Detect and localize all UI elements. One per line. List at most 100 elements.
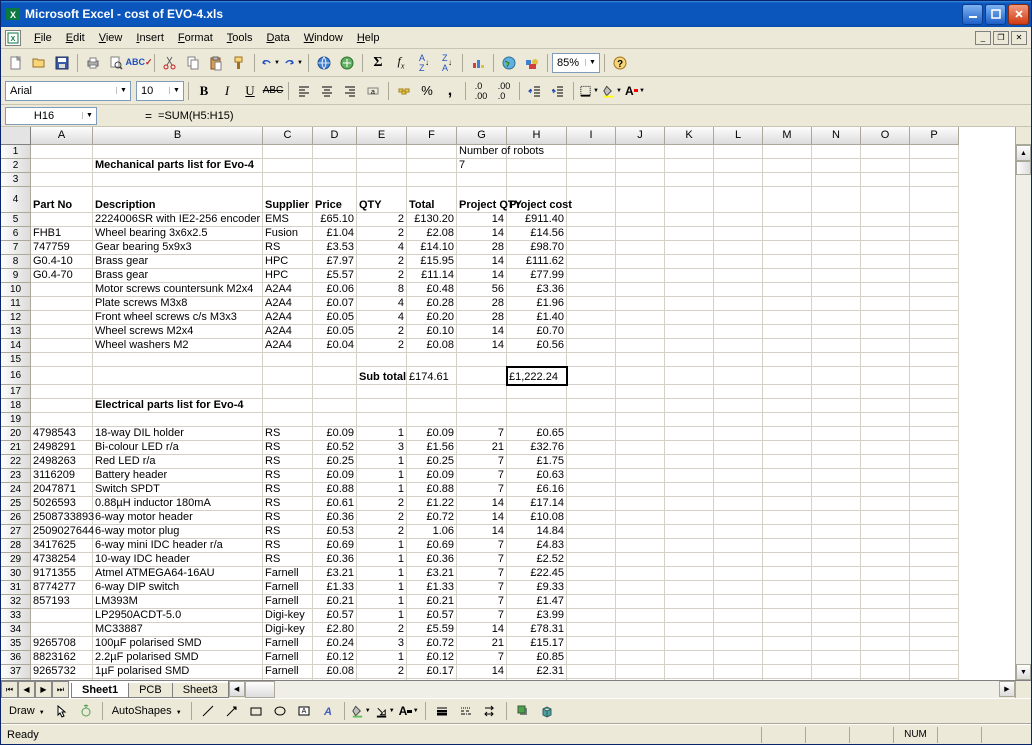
select-all-corner[interactable] (1, 127, 31, 145)
cell-G6[interactable]: 14 (457, 227, 507, 241)
cell-E35[interactable]: 3 (357, 637, 407, 651)
cell-F9[interactable]: £11.14 (407, 269, 457, 283)
cell-E18[interactable] (357, 399, 407, 413)
cell-L13[interactable] (714, 325, 763, 339)
cell-N22[interactable] (812, 455, 861, 469)
cell-F32[interactable]: £0.21 (407, 595, 457, 609)
fill-color-button[interactable]: ▼ (601, 80, 623, 102)
cell-A19[interactable] (31, 413, 93, 427)
cell-O33[interactable] (861, 609, 910, 623)
new-button[interactable] (5, 52, 27, 74)
cell-E3[interactable] (357, 173, 407, 187)
cell-N9[interactable] (812, 269, 861, 283)
cell-M23[interactable] (763, 469, 812, 483)
cell-I29[interactable] (567, 553, 616, 567)
cell-H5[interactable]: £911.40 (507, 213, 567, 227)
cell-B36[interactable]: 2.2µF polarised SMD (93, 651, 263, 665)
cell-K28[interactable] (665, 539, 714, 553)
cell-N7[interactable] (812, 241, 861, 255)
cell-L20[interactable] (714, 427, 763, 441)
cell-I8[interactable] (567, 255, 616, 269)
cell-F29[interactable]: £0.36 (407, 553, 457, 567)
cell-H7[interactable]: £98.70 (507, 241, 567, 255)
cell-A7[interactable]: 747759 (31, 241, 93, 255)
formula-equals-icon[interactable]: = (145, 109, 152, 123)
cell-A5[interactable] (31, 213, 93, 227)
cell-H11[interactable]: £1.96 (507, 297, 567, 311)
menu-window[interactable]: Window (297, 30, 350, 46)
cell-M17[interactable] (763, 385, 812, 399)
cell-H2[interactable] (507, 159, 567, 173)
cell-I15[interactable] (567, 353, 616, 367)
column-header-J[interactable]: J (616, 127, 665, 145)
cell-N17[interactable] (812, 385, 861, 399)
cell-D4[interactable]: Price (313, 187, 357, 213)
cell-K26[interactable] (665, 511, 714, 525)
cell-B16[interactable] (93, 367, 263, 385)
cell-P14[interactable] (910, 339, 959, 353)
cell-C13[interactable]: A2A4 (263, 325, 313, 339)
cell-M29[interactable] (763, 553, 812, 567)
cell-N21[interactable] (812, 441, 861, 455)
tab-first-button[interactable]: ⏮ (1, 681, 18, 698)
column-header-L[interactable]: L (714, 127, 763, 145)
cell-L11[interactable] (714, 297, 763, 311)
cell-K34[interactable] (665, 623, 714, 637)
cell-D14[interactable]: £0.04 (313, 339, 357, 353)
drawing-button[interactable] (521, 52, 543, 74)
cell-L29[interactable] (714, 553, 763, 567)
cell-H34[interactable]: £78.31 (507, 623, 567, 637)
cell-N33[interactable] (812, 609, 861, 623)
cell-A30[interactable]: 9171355 (31, 567, 93, 581)
cell-N30[interactable] (812, 567, 861, 581)
cell-J1[interactable] (616, 145, 665, 159)
row-header-32[interactable]: 32 (1, 595, 31, 609)
cell-E6[interactable]: 2 (357, 227, 407, 241)
cell-A36[interactable]: 8823162 (31, 651, 93, 665)
cell-C20[interactable]: RS (263, 427, 313, 441)
cell-M27[interactable] (763, 525, 812, 539)
cell-E21[interactable]: 3 (357, 441, 407, 455)
cell-K21[interactable] (665, 441, 714, 455)
cell-D9[interactable]: £5.57 (313, 269, 357, 283)
cell-P30[interactable] (910, 567, 959, 581)
cell-I9[interactable] (567, 269, 616, 283)
cell-G23[interactable]: 7 (457, 469, 507, 483)
cell-B9[interactable]: Brass gear (93, 269, 263, 283)
cell-C10[interactable]: A2A4 (263, 283, 313, 297)
cell-G32[interactable]: 7 (457, 595, 507, 609)
cell-E28[interactable]: 1 (357, 539, 407, 553)
cell-B28[interactable]: 6-way mini IDC header r/a (93, 539, 263, 553)
cell-H33[interactable]: £3.99 (507, 609, 567, 623)
cell-G4[interactable]: Project QTY (457, 187, 507, 213)
cell-K14[interactable] (665, 339, 714, 353)
cell-O37[interactable] (861, 665, 910, 679)
cell-D22[interactable]: £0.25 (313, 455, 357, 469)
cell-M4[interactable] (763, 187, 812, 213)
sheet-tab-sheet3[interactable]: Sheet3 (172, 683, 229, 698)
cell-M16[interactable] (763, 367, 812, 385)
cell-P20[interactable] (910, 427, 959, 441)
arrow-style-button[interactable] (479, 700, 501, 722)
cell-G37[interactable]: 14 (457, 665, 507, 679)
cell-K25[interactable] (665, 497, 714, 511)
cell-J37[interactable] (616, 665, 665, 679)
cell-B33[interactable]: LP2950ACDT-5.0 (93, 609, 263, 623)
cell-H18[interactable] (507, 399, 567, 413)
cell-E11[interactable]: 4 (357, 297, 407, 311)
document-icon[interactable]: X (5, 30, 21, 46)
font-size-dropdown[interactable]: 10 ▼ (136, 81, 184, 101)
cell-F7[interactable]: £14.10 (407, 241, 457, 255)
cell-G36[interactable]: 7 (457, 651, 507, 665)
align-left-button[interactable] (293, 80, 315, 102)
cell-D36[interactable]: £0.12 (313, 651, 357, 665)
cell-J6[interactable] (616, 227, 665, 241)
cell-E27[interactable]: 2 (357, 525, 407, 539)
cell-L7[interactable] (714, 241, 763, 255)
cell-G2[interactable]: 7 (457, 159, 507, 173)
cell-H24[interactable]: £6.16 (507, 483, 567, 497)
cell-J9[interactable] (616, 269, 665, 283)
cell-F14[interactable]: £0.08 (407, 339, 457, 353)
cell-E12[interactable]: 4 (357, 311, 407, 325)
hscroll-thumb[interactable] (245, 681, 275, 698)
